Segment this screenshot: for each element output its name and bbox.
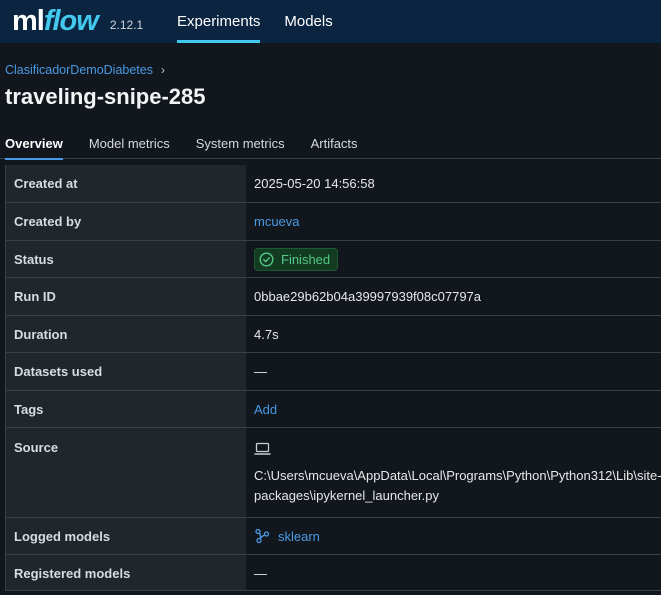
duration-label: Duration: [6, 316, 246, 352]
duration-value: 4.7s: [254, 326, 279, 342]
source-label: Source: [6, 428, 246, 517]
logo-flow-text: flow: [43, 5, 99, 37]
logged-model-name: sklearn: [278, 528, 320, 544]
laptop-icon: [254, 442, 271, 455]
tab-artifacts[interactable]: Artifacts: [311, 130, 358, 159]
status-label: Status: [6, 241, 246, 277]
logged-model-link[interactable]: sklearn: [254, 528, 320, 544]
page-title: traveling-snipe-285: [5, 84, 206, 109]
run-details-table: Created at 2025-05-20 14:56:58 Created b…: [5, 165, 661, 591]
status-badge: Finished: [254, 247, 339, 271]
nav-models-label: Models: [284, 13, 333, 30]
row-tags: Tags Add: [6, 390, 661, 427]
mlflow-logo[interactable]: ml flow 2.12.1: [0, 0, 170, 43]
nav-experiments-label: Experiments: [177, 13, 261, 30]
source-value: C:\Users\mcueva\AppData\Local\Programs\P…: [246, 428, 661, 517]
check-circle-icon: [259, 252, 274, 266]
row-created-at: Created at 2025-05-20 14:56:58: [6, 165, 661, 202]
nav-experiments[interactable]: Experiments: [177, 0, 261, 43]
tab-system-metrics[interactable]: System metrics: [196, 130, 285, 159]
created-by-link[interactable]: mcueva: [254, 214, 300, 229]
source-path-line2: packages\ipykernel_launcher.py: [254, 488, 440, 503]
datasets-used-value: —: [254, 364, 267, 379]
datasets-used-label: Datasets used: [6, 353, 246, 390]
registered-models-value: —: [254, 565, 267, 581]
row-registered-models: Registered models —: [6, 554, 661, 590]
version-label: 2.12.1: [109, 17, 144, 32]
top-navbar: ml flow 2.12.1 Experiments Models: [0, 0, 661, 43]
model-icon: [255, 528, 270, 544]
row-duration: Duration 4.7s: [6, 315, 661, 352]
registered-models-label: Registered models: [6, 555, 246, 590]
tags-label: Tags: [6, 391, 246, 427]
breadcrumb: ClasificadorDemoDiabetes ›: [5, 63, 165, 77]
status-badge-text: Finished: [281, 251, 331, 267]
add-tag-button[interactable]: Add: [254, 402, 277, 417]
created-by-label: Created by: [6, 203, 246, 240]
row-datasets-used: Datasets used —: [6, 352, 661, 390]
run-id-label: Run ID: [6, 278, 246, 315]
row-source: Source C:\Users\mcueva\AppData\Local\Pro…: [6, 427, 661, 517]
tab-model-metrics[interactable]: Model metrics: [89, 130, 170, 159]
breadcrumb-separator-icon: ›: [160, 63, 165, 77]
created-at-label: Created at: [6, 165, 246, 202]
source-path-line1: C:\Users\mcueva\AppData\Local\Programs\P…: [254, 468, 661, 483]
row-status: Status Finished: [6, 240, 661, 277]
breadcrumb-experiment-link[interactable]: ClasificadorDemoDiabetes: [5, 63, 153, 77]
run-id-value: 0bbae29b62b04a39997939f08c07797a: [254, 289, 482, 304]
run-tabs: Overview Model metrics System metrics Ar…: [0, 130, 661, 160]
logo-ml-text: ml: [12, 5, 45, 37]
tab-overview[interactable]: Overview: [5, 130, 63, 160]
created-at-value: 2025-05-20 14:56:58: [254, 176, 375, 191]
row-created-by: Created by mcueva: [6, 202, 661, 240]
nav-models[interactable]: Models: [284, 0, 332, 43]
row-run-id: Run ID 0bbae29b62b04a39997939f08c07797a: [6, 277, 661, 315]
row-logged-models: Logged models sklearn: [6, 517, 661, 554]
logged-models-label: Logged models: [6, 518, 246, 554]
